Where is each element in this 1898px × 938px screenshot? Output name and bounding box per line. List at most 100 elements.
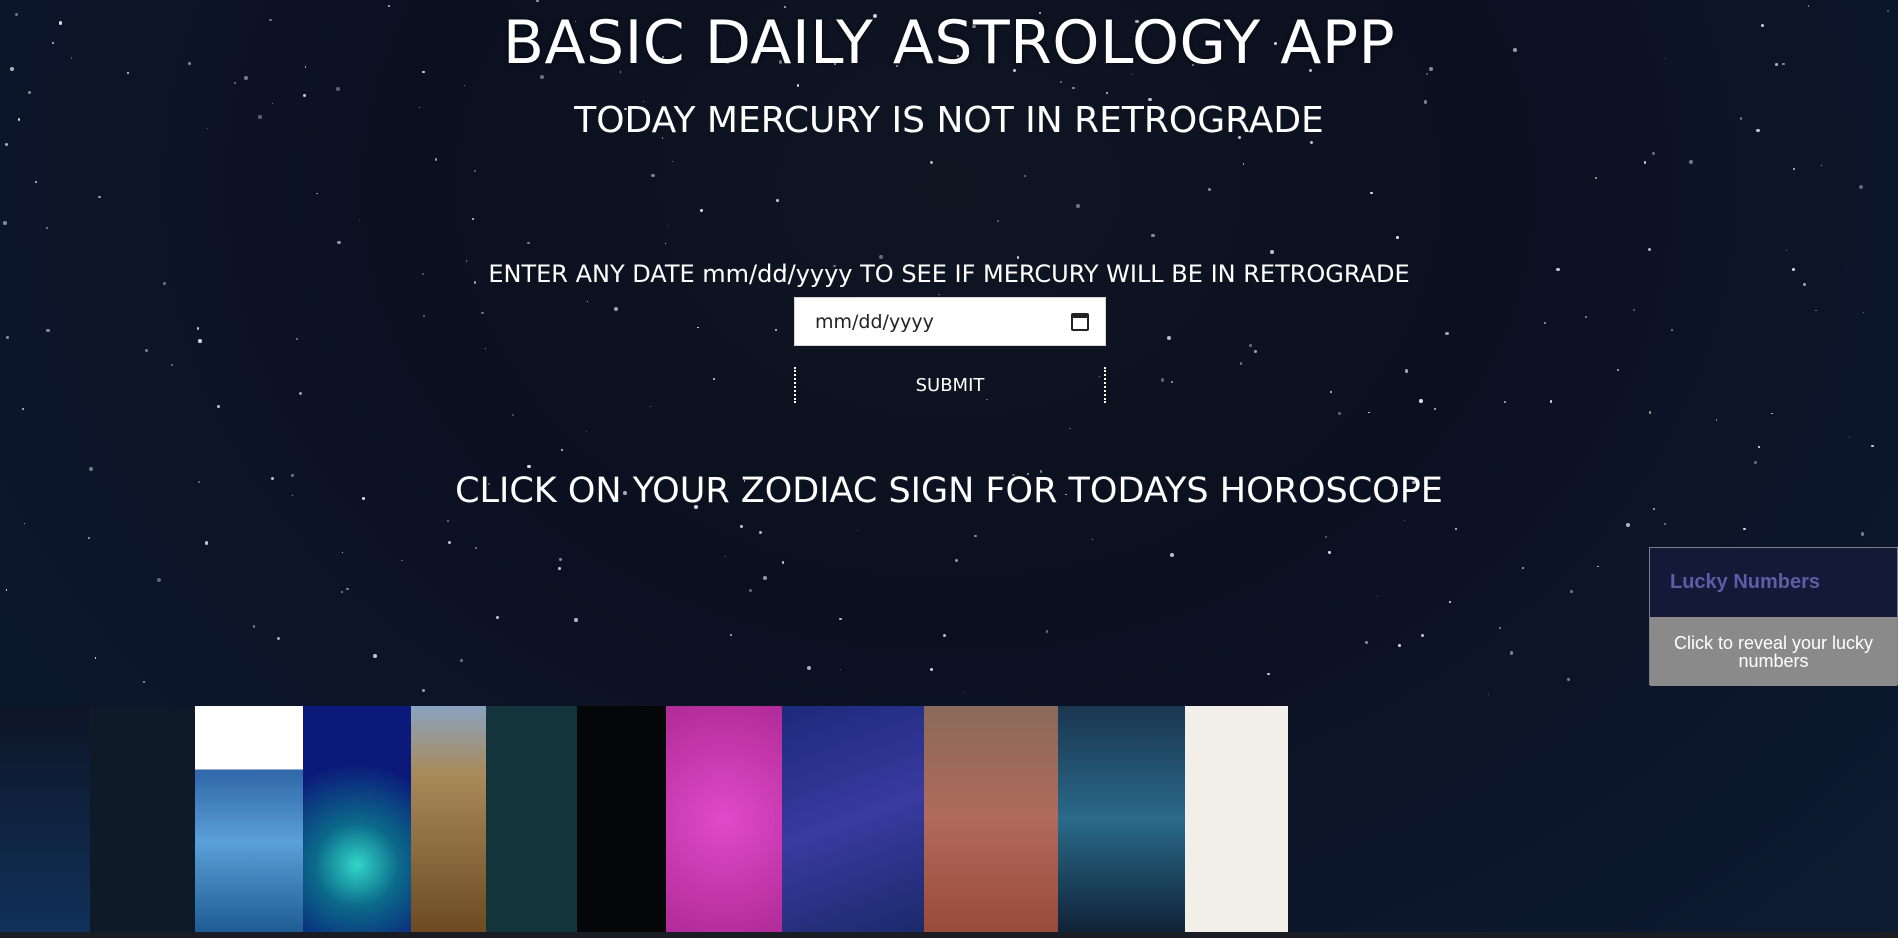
star [585,430,587,432]
star [1567,677,1571,681]
star [712,377,716,381]
star [561,449,563,451]
zodiac-tile-5[interactable] [411,706,486,933]
star [1651,151,1655,155]
star [796,84,800,87]
star [527,464,531,469]
star [1663,522,1666,525]
zodiac-tile-8[interactable] [666,706,782,933]
star [1045,630,1049,633]
star [1076,204,1080,208]
star [651,173,655,178]
star [1240,362,1243,365]
star [1570,590,1573,593]
star [276,636,280,640]
star [1404,369,1409,373]
star [1648,248,1652,252]
star [1549,400,1552,403]
star [3,221,8,225]
star [156,578,161,583]
star [1370,191,1373,194]
star [930,160,934,165]
star [5,589,8,591]
submit-button[interactable]: SUBMIT [794,367,1106,403]
zodiac-tile-cancer[interactable] [303,706,411,933]
star [1860,532,1865,536]
star [481,311,484,315]
star [1670,329,1673,332]
star [559,557,563,561]
star [372,653,377,658]
zodiac-tile-1[interactable] [0,706,90,933]
star [1059,80,1063,84]
zodiac-tile-10[interactable] [924,706,1058,933]
star [447,520,450,522]
star [730,634,732,637]
star [1253,349,1257,354]
star [1249,343,1252,347]
star [974,534,977,538]
star [1309,141,1314,145]
star [1594,176,1598,180]
star [739,525,743,529]
star [34,181,37,184]
star [302,93,306,97]
star [1626,523,1630,527]
star [335,87,340,91]
star [1754,461,1757,464]
star [1365,641,1369,645]
star [700,209,704,213]
star [1419,399,1423,403]
zodiac-tile-2[interactable] [90,706,195,933]
star [1397,643,1401,648]
star [1330,391,1333,394]
star [1016,256,1019,259]
star [346,587,349,591]
date-prompt: ENTER ANY DATE mm/dd/yyyy TO SEE IF MERC… [488,260,1410,288]
zodiac-tile-sagittarius[interactable] [782,706,924,933]
star [1584,315,1587,318]
star [337,240,341,245]
star [1368,411,1370,414]
star [295,338,299,341]
star [724,555,726,558]
date-input[interactable]: mm/dd/yyyy [794,297,1106,346]
zodiac-tile-11[interactable] [1058,706,1185,933]
star [1208,187,1212,191]
star [879,255,883,259]
star [340,590,343,593]
zodiac-tile-3[interactable] [195,706,303,933]
zodiac-tile-6[interactable] [486,706,577,933]
star [1815,309,1818,312]
star [954,558,959,563]
reveal-lucky-numbers-button[interactable]: Click to reveal your lucky numbers [1650,617,1897,686]
star [558,566,561,570]
star [697,326,699,328]
star [1270,250,1274,254]
zodiac-tile-12[interactable] [1185,706,1288,933]
star [485,347,487,349]
zodiac-heading: CLICK ON YOUR ZODIAC SIGN FOR TODAYS HOR… [455,471,1443,511]
zodiac-tile-7[interactable] [577,706,666,933]
star [1433,407,1437,411]
lucky-numbers-panel: Lucky Numbers Click to reveal your lucky… [1649,547,1898,686]
star [1859,185,1864,190]
star [87,536,90,539]
star [1688,160,1693,165]
star [857,529,859,532]
star [1068,427,1071,430]
star [938,293,940,295]
star [587,301,589,303]
star [997,220,999,223]
star [1396,236,1399,239]
star [144,348,148,352]
star [1167,335,1172,340]
star [1106,92,1109,95]
star [511,413,515,416]
star [1793,168,1795,170]
star [1242,162,1245,165]
lucky-numbers-title: Lucky Numbers [1650,548,1897,617]
star [1870,444,1874,448]
calendar-icon[interactable] [1071,312,1089,331]
star [1376,595,1379,598]
